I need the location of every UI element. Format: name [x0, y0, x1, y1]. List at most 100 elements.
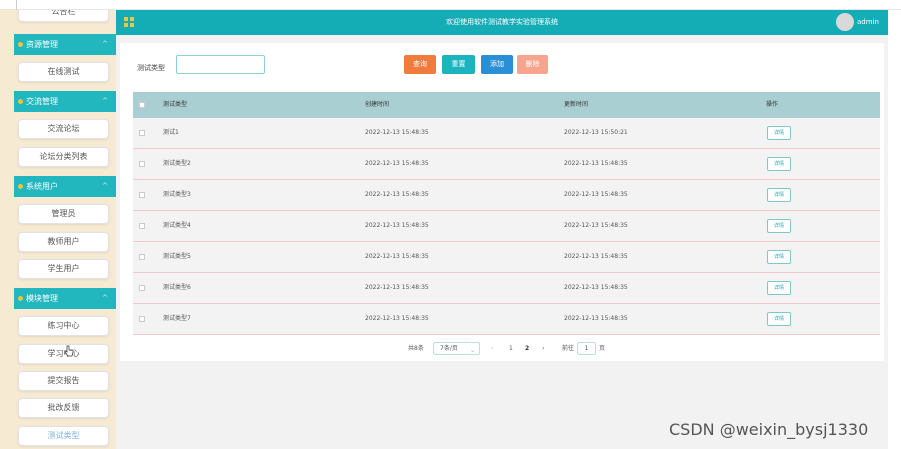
- row-checkbox[interactable]: [139, 285, 145, 291]
- sidebar-group-label: 模块管理: [26, 294, 58, 303]
- sidebar-item-practice[interactable]: 练习中心: [18, 316, 109, 336]
- cell-updated: 2022-12-13 15:48:35: [564, 284, 628, 291]
- hand-cursor-icon: [64, 345, 74, 357]
- cell-updated: 2022-12-13 15:48:35: [564, 315, 628, 322]
- chevron-up-icon: ^: [102, 97, 108, 105]
- row-checkbox[interactable]: [139, 192, 145, 198]
- cell-created: 2022-12-13 15:48:35: [365, 284, 429, 291]
- table-row: 测试1 2022-12-13 15:48:35 2022-12-13 15:50…: [133, 118, 880, 149]
- cell-type: 测试1: [163, 129, 179, 136]
- page-2[interactable]: 2: [525, 341, 529, 357]
- cell-created: 2022-12-13 15:48:35: [365, 160, 429, 167]
- sidebar-item-report[interactable]: 提交报告: [18, 371, 109, 391]
- cell-type: 测试类型2: [163, 160, 191, 167]
- pagination: 共8条 7条/页 ⌄ ‹ 1 2 › 前往 1 页: [120, 341, 884, 357]
- sidebar-item-online-test[interactable]: 在线测试: [18, 62, 109, 82]
- cell-type: 测试类型7: [163, 315, 191, 322]
- header-op: 操作: [766, 101, 779, 108]
- cell-type: 测试类型5: [163, 253, 191, 260]
- system-title: 欢迎使用软件测试教学实验管理系统: [446, 18, 558, 26]
- sidebar-group-label: 交流管理: [26, 97, 58, 106]
- sidebar-item-teachers[interactable]: 教师用户: [18, 232, 109, 252]
- prev-page-button[interactable]: ‹: [491, 341, 493, 357]
- avatar[interactable]: [836, 13, 854, 31]
- delete-button[interactable]: 删除: [517, 55, 548, 74]
- sidebar-item-students[interactable]: 学生用户: [18, 259, 109, 279]
- watermark: CSDN @weixin_bysj1330: [669, 420, 869, 439]
- cell-type: 测试类型4: [163, 222, 191, 229]
- search-label: 测试类型: [137, 64, 165, 72]
- data-table: 测试类型 创建时间 更新时间 操作 测试1 2022-12-13 15:48:3…: [133, 92, 880, 335]
- username[interactable]: admin: [857, 10, 879, 35]
- sidebar-group-modules[interactable]: 模块管理 ^: [14, 288, 116, 309]
- cell-updated: 2022-12-13 15:48:35: [564, 222, 628, 229]
- sidebar-item-test-type[interactable]: 测试类型: [18, 426, 109, 446]
- page-size-value: 7条/页: [440, 345, 458, 352]
- detail-button[interactable]: 详情: [767, 188, 791, 202]
- pagination-total: 共8条: [408, 345, 424, 352]
- table-row: 测试类型6 2022-12-13 15:48:35 2022-12-13 15:…: [133, 273, 880, 304]
- sidebar-item-forum-categories[interactable]: 论坛分类列表: [18, 147, 109, 167]
- cell-created: 2022-12-13 15:48:35: [365, 222, 429, 229]
- cell-updated: 2022-12-13 15:48:35: [564, 253, 628, 260]
- row-checkbox[interactable]: [139, 161, 145, 167]
- top-frame-bar: [0, 0, 901, 10]
- cell-type: 测试类型3: [163, 191, 191, 198]
- detail-button[interactable]: 详情: [767, 126, 791, 140]
- sidebar-group-resources[interactable]: 资源管理 ^: [14, 34, 116, 55]
- cell-created: 2022-12-13 15:48:35: [365, 129, 429, 136]
- goto-page-input[interactable]: 1: [577, 342, 596, 355]
- sidebar-group-communication[interactable]: 交流管理 ^: [14, 91, 116, 112]
- select-all-checkbox[interactable]: [139, 102, 145, 108]
- table-header: 测试类型 创建时间 更新时间 操作: [133, 92, 880, 118]
- sidebar-group-users[interactable]: 系统用户 ^: [14, 176, 116, 197]
- row-checkbox[interactable]: [139, 223, 145, 229]
- add-button[interactable]: 添加: [481, 55, 513, 74]
- goto-label: 前往: [562, 345, 575, 352]
- sidebar-group-label: 系统用户: [26, 182, 58, 191]
- cell-updated: 2022-12-13 15:48:35: [564, 191, 628, 198]
- row-checkbox[interactable]: [139, 130, 145, 136]
- table-row: 测试类型2 2022-12-13 15:48:35 2022-12-13 15:…: [133, 149, 880, 180]
- row-checkbox[interactable]: [139, 316, 145, 322]
- page-1[interactable]: 1: [509, 341, 513, 357]
- reset-button[interactable]: 重置: [442, 55, 475, 74]
- sidebar-item-notice[interactable]: 公告栏: [18, 10, 109, 22]
- group-icon: [18, 296, 23, 301]
- page-size-select[interactable]: 7条/页 ⌄: [433, 342, 480, 355]
- search-input[interactable]: [176, 55, 265, 74]
- table-row: 测试类型4 2022-12-13 15:48:35 2022-12-13 15:…: [133, 211, 880, 242]
- detail-button[interactable]: 详情: [767, 219, 791, 233]
- table-row: 测试类型7 2022-12-13 15:48:35 2022-12-13 15:…: [133, 304, 880, 335]
- header-updated: 更新时间: [564, 101, 589, 108]
- detail-button[interactable]: 详情: [767, 250, 791, 264]
- cell-created: 2022-12-13 15:48:35: [365, 191, 429, 198]
- header-type: 测试类型: [163, 101, 188, 108]
- user-icon: [18, 184, 23, 189]
- frame-tick: [16, 0, 17, 10]
- main-content: 测试类型 查询 重置 添加 删除 测试类型 创建时间 更新时间 操作 测试1 2…: [116, 35, 888, 449]
- chevron-up-icon: ^: [102, 294, 108, 302]
- detail-button[interactable]: 详情: [767, 157, 791, 171]
- cell-updated: 2022-12-13 15:48:35: [564, 160, 628, 167]
- cell-type: 测试类型6: [163, 284, 191, 291]
- sidebar: 公告栏 资源管理 ^ 在线测试 交流管理 ^ 交流论坛 论坛分类列表 系统用户 …: [0, 10, 116, 449]
- row-checkbox[interactable]: [139, 254, 145, 260]
- group-icon: [18, 42, 23, 47]
- page-suffix: 页: [599, 345, 606, 352]
- detail-button[interactable]: 详情: [767, 281, 791, 295]
- cell-created: 2022-12-13 15:48:35: [365, 253, 429, 260]
- cell-updated: 2022-12-13 15:50:21: [564, 129, 628, 136]
- next-page-button[interactable]: ›: [542, 341, 544, 357]
- table-row: 测试类型5 2022-12-13 15:48:35 2022-12-13 15:…: [133, 242, 880, 273]
- query-button[interactable]: 查询: [404, 55, 436, 74]
- chevron-up-icon: ^: [102, 182, 108, 190]
- sidebar-item-admins[interactable]: 管理员: [18, 204, 109, 224]
- detail-button[interactable]: 详情: [767, 312, 791, 326]
- sidebar-item-forum[interactable]: 交流论坛: [18, 119, 109, 139]
- chevron-up-icon: ^: [102, 40, 108, 48]
- table-row: 测试类型3 2022-12-13 15:48:35 2022-12-13 15:…: [133, 180, 880, 211]
- group-icon: [18, 99, 23, 104]
- sidebar-item-feedback[interactable]: 批改反馈: [18, 398, 109, 418]
- sidebar-group-label: 资源管理: [26, 40, 58, 49]
